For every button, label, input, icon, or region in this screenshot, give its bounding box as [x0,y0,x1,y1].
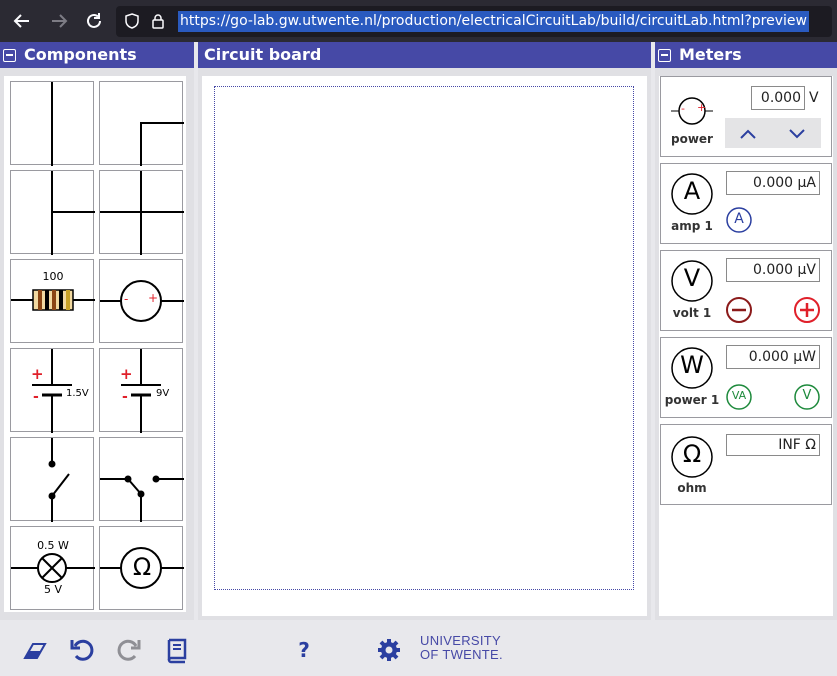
battery1-voltage: 1.5V [66,388,89,399]
volt1-label: volt 1 [672,306,712,320]
voltage-source-component[interactable]: - + [99,259,184,343]
ammeter: A amp 1 0.000 μA A [660,163,832,244]
tracking-shield-icon[interactable] [124,13,140,29]
toggle-switch-component[interactable] [99,437,184,522]
power-unit: V [809,90,819,106]
meters-header: Meters [655,42,837,68]
ohmmeter: Ω ohm INF Ω [660,424,832,505]
reload-button[interactable] [83,10,105,32]
arrow-right-icon [52,14,68,28]
volt1-reading: 0.000 μV [726,258,820,282]
gear-icon[interactable] [375,636,403,664]
board-area [202,76,647,616]
resistor-component[interactable]: 100 [10,259,95,343]
power-supply-meter: - + power 0.000 V [660,76,832,157]
battery1-minus: - [33,389,39,405]
wattmeter: W power 1 0.000 μW VA V [660,337,832,418]
switch-icon [48,438,70,522]
v-probe-label: V [802,388,812,403]
battery-1-5v-component[interactable]: + - 1.5V [10,348,94,433]
power1-reading: 0.000 μW [726,345,820,369]
corner-wire-component[interactable] [99,81,184,166]
help-button[interactable]: ? [290,636,318,664]
circuit-canvas[interactable] [214,86,634,590]
components-panel: Components 100 - + + - 1.5V + - 9V 0.5 W… [0,42,194,620]
t-junction-icon [51,171,95,255]
amp1-label: amp 1 [671,219,713,233]
power-voltage-input[interactable]: 0.000 [751,86,805,110]
power-plus: + [697,101,707,114]
book-icon[interactable] [162,636,190,664]
lock-icon[interactable] [150,13,166,29]
voltage-source-icon [100,280,184,322]
straight-wire-component[interactable] [10,81,94,166]
ohmmeter-component[interactable]: Ω [99,526,184,610]
ohm-reading: INF Ω [726,434,820,456]
ammeter-symbol: A [683,177,701,205]
forward-button[interactable] [48,10,70,32]
resistor-value: 100 [42,270,64,283]
battery-icon [121,349,161,433]
power-source-icon [671,97,713,125]
straight-wire-icon [51,82,53,166]
logo-line-2: OF TWENTE. [420,647,503,662]
bottom-toolbar: ? UNIVERSITY OF TWENTE. [0,620,837,676]
va-probe-label: VA [731,389,747,402]
arrow-left-icon [13,14,29,28]
wattmeter-symbol: W [680,351,704,379]
source-minus-sign: - [124,292,129,306]
chevron-down-icon[interactable] [787,123,807,143]
board-header: Circuit board [198,42,651,68]
collapse-icon[interactable] [3,48,16,62]
ohm-symbol: Ω [132,553,152,581]
ammeter-probe-label: A [734,211,744,227]
plus-probe-icon[interactable] [793,296,821,324]
back-button[interactable] [11,10,33,32]
voltmeter-symbol: V [683,264,701,292]
cross-junction-component[interactable] [99,170,184,255]
components-title: Components [24,45,137,64]
lamp-power: 0.5 W [37,539,69,552]
component-grid: 100 - + + - 1.5V + - 9V 0.5 W 5 V Ω [4,76,186,612]
amp1-reading: 0.000 μA [726,171,820,195]
source-plus-sign: + [148,291,159,305]
meters-title: Meters [679,45,742,64]
power1-label: power 1 [664,393,720,407]
browser-toolbar: https://go-lab.gw.utwente.nl/production/… [0,0,837,42]
url-bar[interactable]: https://go-lab.gw.utwente.nl/production/… [116,6,832,37]
corner-wire-icon [140,122,184,166]
logo-line-1: UNIVERSITY [420,633,502,648]
lamp-component[interactable]: 0.5 W 5 V [10,526,95,610]
url-text[interactable]: https://go-lab.gw.utwente.nl/production/… [178,11,809,32]
toggle-switch-icon [100,475,184,522]
voltage-stepper [725,118,821,148]
components-header: Components [0,42,194,68]
t-junction-component[interactable] [10,170,95,255]
eraser-icon[interactable] [21,636,49,664]
battery-9v-component[interactable]: + - 9V [99,348,183,433]
lamp-voltage: 5 V [43,583,63,596]
battery1-plus: + [31,365,44,383]
ohm-label: ohm [677,481,707,495]
collapse-icon[interactable] [658,48,671,62]
battery2-voltage: 9V [156,388,170,399]
power-label: power [671,132,713,146]
board-title: Circuit board [204,45,322,64]
battery2-plus: + [120,365,133,383]
university-of-twente-logo: UNIVERSITY OF TWENTE. [420,634,503,662]
redo-icon[interactable] [115,636,143,664]
meters-list: - + power 0.000 V A amp 1 0.000 μA A V v… [659,76,833,616]
reload-icon [87,13,101,28]
voltmeter: V volt 1 0.000 μV [660,250,832,331]
circuit-board-panel: Circuit board [198,42,651,620]
switch-component[interactable] [10,437,94,522]
power-minus: - [681,102,685,115]
chevron-up-icon[interactable] [738,124,758,144]
minus-probe-icon[interactable] [725,296,753,324]
ohmmeter-symbol: Ω [682,440,702,468]
battery2-minus: - [122,389,128,405]
undo-icon[interactable] [68,636,96,664]
cross-junction-icon [100,171,184,255]
meters-panel: Meters - + power 0.000 V A amp 1 0.000 μ… [655,42,837,620]
